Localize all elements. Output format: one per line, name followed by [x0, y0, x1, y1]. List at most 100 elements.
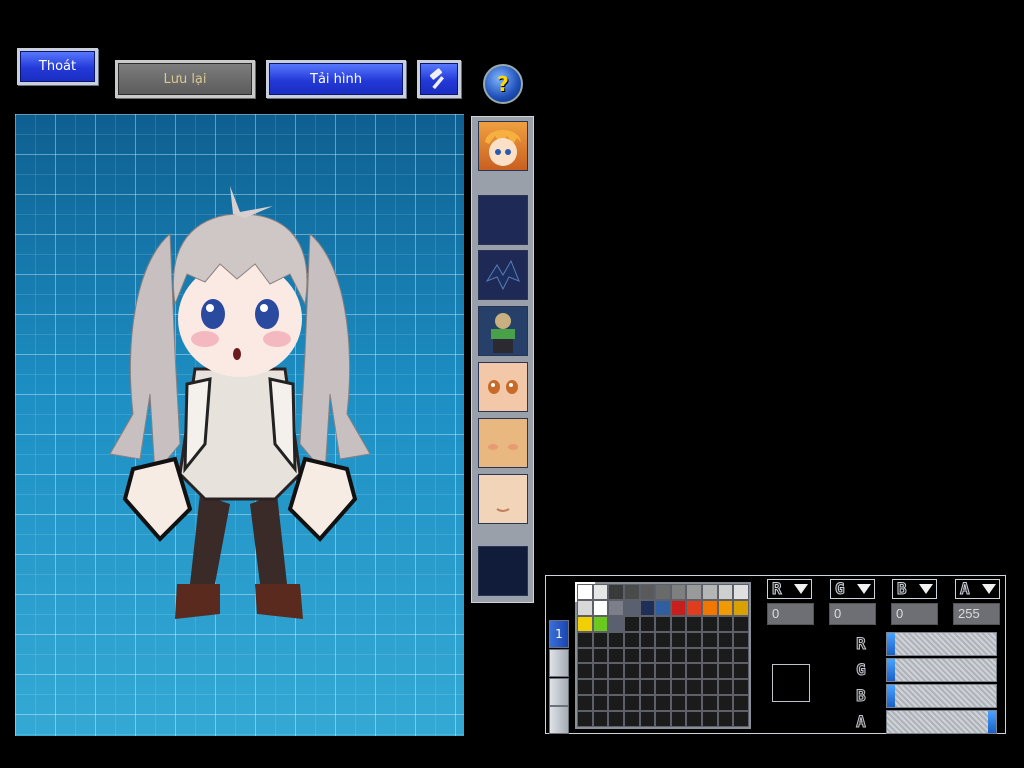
palette-color-cell[interactable]: [608, 631, 624, 648]
palette-color-cell[interactable]: [686, 615, 703, 632]
palette-color-cell[interactable]: [655, 711, 671, 727]
palette-color-cell[interactable]: [702, 663, 718, 680]
part-slot-empty-2[interactable]: [478, 546, 528, 596]
palette-color-cell[interactable]: [717, 631, 734, 648]
palette-color-cell[interactable]: [655, 647, 671, 664]
part-slot-eyes[interactable]: [478, 362, 528, 412]
palette-color-cell[interactable]: [623, 599, 640, 616]
channel-b-dropdown[interactable]: B: [892, 579, 937, 599]
palette-color-cell[interactable]: [639, 647, 656, 664]
palette-color-cell[interactable]: [733, 679, 749, 696]
save-button[interactable]: Lưu lại: [115, 60, 255, 98]
palette-color-cell[interactable]: [623, 647, 640, 664]
palette-color-cell[interactable]: [702, 695, 718, 712]
exit-button[interactable]: Thoát: [17, 48, 98, 85]
palette-color-cell[interactable]: [655, 663, 671, 680]
part-slot-skin[interactable]: [478, 474, 528, 524]
palette-color-cell[interactable]: [592, 647, 609, 664]
channel-r-dropdown[interactable]: R: [767, 579, 812, 599]
palette-color-cell[interactable]: [655, 679, 671, 696]
palette-color-cell[interactable]: [639, 679, 656, 696]
palette-color-cell[interactable]: [702, 647, 718, 664]
palette-color-cell[interactable]: [608, 584, 624, 600]
palette-color-cell[interactable]: [639, 695, 656, 712]
palette-color-cell[interactable]: [577, 663, 593, 680]
palette-color-cell[interactable]: [702, 711, 718, 727]
palette-tab-3[interactable]: [549, 678, 569, 706]
palette-color-cell[interactable]: [623, 615, 640, 632]
palette-color-cell[interactable]: [608, 695, 624, 712]
palette-color-cell[interactable]: [592, 584, 609, 600]
palette-color-cell[interactable]: [670, 695, 687, 712]
palette-color-cell[interactable]: [623, 679, 640, 696]
palette-color-cell[interactable]: [577, 615, 593, 632]
palette-color-cell[interactable]: [639, 711, 656, 727]
channel-r-value[interactable]: 0: [767, 603, 814, 625]
palette-color-cell[interactable]: [717, 679, 734, 696]
slider-b[interactable]: [886, 684, 997, 708]
palette-color-cell[interactable]: [655, 584, 671, 600]
palette-color-cell[interactable]: [639, 599, 656, 616]
palette-color-cell[interactable]: [702, 599, 718, 616]
slider-r[interactable]: [886, 632, 997, 656]
palette-color-cell[interactable]: [608, 679, 624, 696]
tool-button[interactable]: [417, 60, 461, 98]
palette-color-cell[interactable]: [623, 631, 640, 648]
palette-color-cell[interactable]: [623, 584, 640, 600]
palette-color-cell[interactable]: [577, 631, 593, 648]
load-image-button[interactable]: Tải hình: [266, 60, 406, 98]
palette-color-cell[interactable]: [733, 584, 749, 600]
palette-color-cell[interactable]: [577, 647, 593, 664]
part-slot-empty-1[interactable]: [478, 195, 528, 245]
palette-color-cell[interactable]: [655, 615, 671, 632]
palette-color-cell[interactable]: [686, 663, 703, 680]
slider-a-thumb[interactable]: [988, 711, 996, 733]
slider-r-thumb[interactable]: [887, 633, 895, 655]
palette-tab-4[interactable]: [549, 706, 569, 734]
palette-color-cell[interactable]: [670, 631, 687, 648]
part-slot-hair-style[interactable]: [478, 121, 528, 171]
palette-color-cell[interactable]: [592, 663, 609, 680]
palette-color-cell[interactable]: [592, 631, 609, 648]
palette-color-cell[interactable]: [623, 695, 640, 712]
palette-color-cell[interactable]: [717, 647, 734, 664]
palette-color-cell[interactable]: [577, 679, 593, 696]
palette-color-cell[interactable]: [733, 647, 749, 664]
channel-g-value[interactable]: 0: [829, 603, 876, 625]
channel-a-dropdown[interactable]: A: [955, 579, 1000, 599]
palette-color-cell[interactable]: [608, 711, 624, 727]
part-slot-face[interactable]: [478, 418, 528, 468]
slider-g-thumb[interactable]: [887, 659, 895, 681]
palette-color-cell[interactable]: [733, 631, 749, 648]
palette-color-cell[interactable]: [639, 631, 656, 648]
palette-color-cell[interactable]: [670, 679, 687, 696]
palette-color-cell[interactable]: [717, 695, 734, 712]
palette-color-cell[interactable]: [575, 582, 595, 602]
palette-color-cell[interactable]: [733, 599, 749, 616]
palette-color-cell[interactable]: [670, 711, 687, 727]
palette-color-cell[interactable]: [623, 711, 640, 727]
palette-color-cell[interactable]: [639, 615, 656, 632]
palette-color-cell[interactable]: [717, 663, 734, 680]
palette-color-cell[interactable]: [670, 663, 687, 680]
palette-color-cell[interactable]: [733, 663, 749, 680]
palette-color-cell[interactable]: [577, 599, 593, 616]
character-preview[interactable]: [15, 114, 464, 736]
palette-color-cell[interactable]: [686, 695, 703, 712]
palette-color-cell[interactable]: [608, 615, 624, 632]
palette-color-cell[interactable]: [608, 599, 624, 616]
palette-color-cell[interactable]: [686, 631, 703, 648]
palette-color-cell[interactable]: [623, 663, 640, 680]
slider-g[interactable]: [886, 658, 997, 682]
palette-color-cell[interactable]: [577, 695, 593, 712]
palette-color-cell[interactable]: [608, 647, 624, 664]
palette-color-cell[interactable]: [686, 711, 703, 727]
channel-b-value[interactable]: 0: [891, 603, 938, 625]
palette-color-cell[interactable]: [608, 663, 624, 680]
palette-tab-1[interactable]: 1: [549, 620, 569, 648]
palette-color-cell[interactable]: [717, 584, 734, 600]
palette-color-cell[interactable]: [592, 615, 609, 632]
palette-color-cell[interactable]: [702, 631, 718, 648]
palette-color-cell[interactable]: [702, 615, 718, 632]
help-button[interactable]: ?: [483, 64, 523, 104]
